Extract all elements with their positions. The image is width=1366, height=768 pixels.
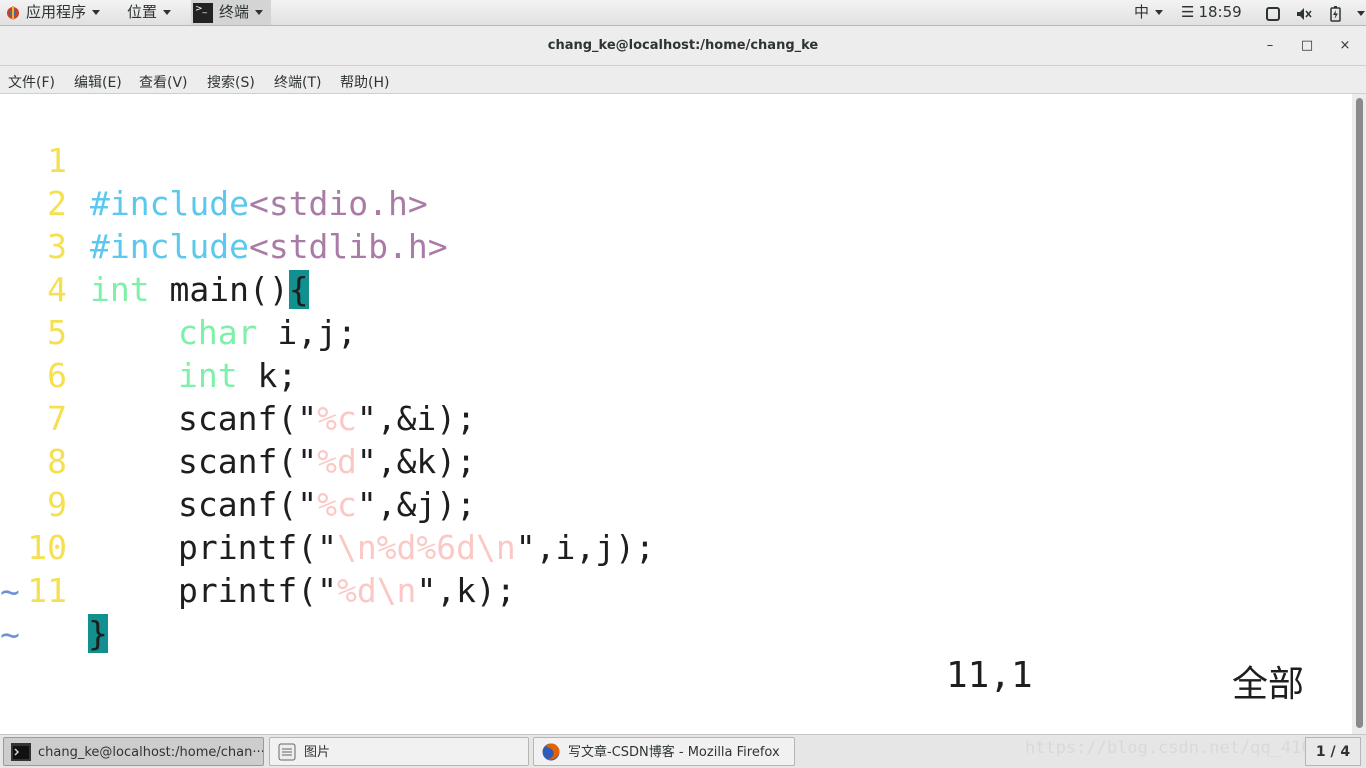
- code-token: #include: [90, 184, 249, 223]
- firefox-icon: [542, 743, 560, 761]
- menu-bar: 文件(F) 编辑(E) 查看(V) 搜索(S) 终端(T) 帮助(H): [0, 66, 1366, 94]
- code-string: %c: [317, 399, 357, 438]
- image-viewer-icon: [278, 743, 296, 761]
- clock[interactable]: ☰ 18:59: [1181, 0, 1242, 25]
- code-token: scanf(": [178, 485, 318, 524]
- code-token: ",i,j);: [515, 528, 655, 567]
- places-menu[interactable]: 位置: [127, 0, 172, 25]
- code-line: 3 int main(){: [0, 182, 309, 309]
- menu-terminal[interactable]: 终端(T): [274, 72, 321, 92]
- terminal-app-label: 终端: [219, 3, 250, 21]
- applications-menu[interactable]: 应用程序: [6, 0, 101, 25]
- code-string: %c: [317, 485, 357, 524]
- maximize-button[interactable]: □: [1297, 36, 1317, 56]
- places-label: 位置: [127, 3, 158, 21]
- input-method-indicator[interactable]: 中: [1134, 0, 1164, 25]
- taskbar-item-images[interactable]: 图片: [269, 737, 529, 766]
- taskbar-item-label: chang_ke@localhost:/home/chan···: [38, 745, 264, 760]
- battery-charging-icon: [1329, 5, 1341, 22]
- code-token: scanf(": [178, 442, 318, 481]
- code-line: 7 scanf("%d",&k);: [0, 354, 476, 481]
- code-string: %d: [317, 442, 357, 481]
- code-line: 4 char i,j;: [0, 225, 357, 352]
- window-switch-icon: [1266, 6, 1280, 21]
- code-token: scanf(": [178, 399, 318, 438]
- menu-help[interactable]: 帮助(H): [340, 72, 389, 92]
- window-title: chang_ke@localhost:/home/chang_ke: [547, 38, 819, 53]
- code-token: <stdio.h>: [248, 184, 428, 223]
- chevron-down-icon: [1357, 11, 1366, 16]
- code-line: 8 scanf("%c",&j);: [0, 397, 476, 524]
- terminal-vim-editor[interactable]: 1 #include<stdio.h> 2 #include<stdlib.h>…: [0, 94, 1352, 734]
- watermark-text: https://blog.csdn.net/qq_416: [1025, 738, 1312, 758]
- code-line: 11 }: [0, 526, 108, 653]
- applications-label: 应用程序: [26, 3, 87, 21]
- menu-file[interactable]: 文件(F): [8, 72, 55, 92]
- cursor-position: 11,1: [946, 655, 1033, 696]
- empty-line-marker: ~: [0, 572, 20, 611]
- code-token: int: [90, 270, 150, 309]
- menu-search[interactable]: 搜索(S): [207, 72, 255, 92]
- taskbar-item-label: 写文章-CSDN博客 - Mozilla Firefox: [568, 745, 780, 760]
- taskbar-item-label: 图片: [304, 745, 331, 760]
- code-token: ",&j);: [356, 485, 477, 524]
- chevron-down-icon: [1155, 10, 1164, 15]
- code-string: \n%d%6d\n: [336, 528, 516, 567]
- taskbar-item-terminal[interactable]: chang_ke@localhost:/home/chan···: [3, 737, 264, 766]
- code-token: ",k);: [416, 571, 516, 610]
- menu-lines-icon: ☰: [1181, 3, 1195, 21]
- window-titlebar[interactable]: chang_ke@localhost:/home/chang_ke – □ ×: [0, 26, 1366, 66]
- chevron-down-icon: [255, 10, 264, 15]
- scrollbar-thumb[interactable]: [1356, 98, 1363, 728]
- menu-view[interactable]: 查看(V): [139, 72, 188, 92]
- code-token: k;: [237, 356, 298, 395]
- vertical-scrollbar[interactable]: [1352, 94, 1366, 734]
- code-token: int: [178, 356, 238, 395]
- scroll-position-label: 全部: [1232, 664, 1305, 705]
- code-line: 6 scanf("%c",&i);: [0, 311, 476, 438]
- input-method-label: 中: [1134, 3, 1150, 21]
- chevron-down-icon: [92, 10, 101, 15]
- code-token: char: [178, 313, 258, 352]
- code-line: 9 printf("\n%d%6d\n",i,j);: [0, 440, 655, 567]
- applications-icon: [7, 5, 19, 20]
- taskbar-item-firefox[interactable]: 写文章-CSDN博客 - Mozilla Firefox: [533, 737, 795, 766]
- volume-muted-icon: [1296, 7, 1312, 20]
- code-token: printf(": [178, 528, 337, 567]
- code-line: 10 printf("%d\n",k);: [0, 483, 516, 610]
- code-token: main(): [149, 270, 289, 309]
- code-token: <stdlib.h>: [248, 227, 448, 266]
- minimize-button[interactable]: –: [1260, 36, 1280, 56]
- code-token: ",&i);: [356, 399, 477, 438]
- taskbar: chang_ke@localhost:/home/chan··· 图片 写文章-…: [0, 734, 1366, 768]
- matched-bracket: {: [288, 270, 309, 309]
- top-panel: 应用程序 位置 >_ 终端 中 ☰ 18:59: [0, 0, 1366, 26]
- code-line: 1 #include<stdio.h>: [0, 96, 428, 223]
- clock-time: 18:59: [1198, 3, 1242, 21]
- close-button[interactable]: ×: [1335, 36, 1355, 56]
- code-token: i,j;: [257, 313, 357, 352]
- code-token: printf(": [178, 571, 337, 610]
- terminal-icon: >_: [193, 2, 213, 23]
- workspace-indicator[interactable]: 1 / 4: [1305, 737, 1361, 766]
- system-status-area[interactable]: [1265, 4, 1366, 22]
- code-line: 5 int k;: [0, 268, 297, 395]
- chevron-down-icon: [163, 10, 172, 15]
- empty-line-marker: ~: [0, 615, 20, 654]
- menu-edit[interactable]: 编辑(E): [74, 72, 122, 92]
- code-string: %d\n: [336, 571, 417, 610]
- terminal-icon: [11, 743, 31, 761]
- terminal-app-menu[interactable]: >_ 终端: [191, 0, 272, 25]
- cursor-bracket: }: [88, 614, 108, 653]
- code-token: ",&k);: [356, 442, 477, 481]
- code-token: #include: [90, 227, 249, 266]
- code-line: 2 #include<stdlib.h>: [0, 139, 448, 266]
